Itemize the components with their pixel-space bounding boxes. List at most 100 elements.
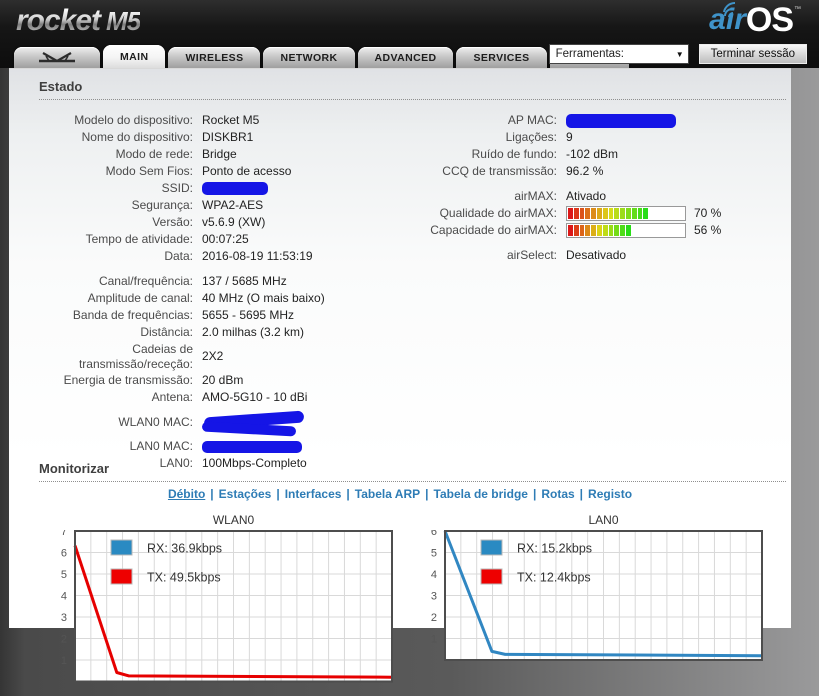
status-row: SSID: — [25, 180, 407, 197]
tab-advanced[interactable]: ADVANCED — [357, 47, 454, 68]
airos-logo: air OS ™ — [709, 0, 801, 40]
meter-segment — [625, 208, 631, 219]
monitor-link-esta-es[interactable]: Estações — [219, 487, 272, 501]
status-value: 2.0 milhas (3.2 km) — [202, 325, 305, 339]
status-value: DISKBR1 — [202, 130, 254, 144]
legend-label: TX: 49.5kbps — [147, 571, 221, 585]
status-label: Versão: — [152, 215, 193, 229]
legend-label: RX: 36.9kbps — [147, 542, 222, 556]
legend-swatch — [480, 539, 503, 556]
status-value: 20 dBm — [202, 373, 244, 387]
monitor-link-d-bito[interactable]: Débito — [168, 487, 205, 501]
status-label: Cadeias de transmissão/receção: — [78, 342, 193, 371]
status-value — [202, 438, 302, 455]
status-row: Versão: v5.6.9 (XW) — [25, 214, 407, 231]
link-separator: | — [210, 487, 214, 501]
airmax-percent: 70 % — [694, 206, 722, 220]
tab-network[interactable]: NETWORK — [263, 47, 355, 68]
status-value: 2X2 — [202, 349, 224, 363]
meter-segment — [573, 225, 579, 236]
meter-segment — [631, 208, 637, 219]
y-axis-tick: 1 — [431, 634, 437, 646]
status-value: Bridge — [202, 147, 237, 161]
link-separator: | — [532, 487, 537, 501]
ubiquiti-logo-icon — [39, 52, 75, 63]
meter-segment — [596, 208, 602, 219]
status-value: 96.2 % — [566, 164, 604, 178]
status-label: Segurança: — [131, 198, 193, 212]
meter-segment — [579, 208, 585, 219]
meter-segment — [591, 225, 596, 236]
status-row: Segurança: WPA2-AES — [25, 197, 407, 214]
status-label: Modelo do dispositivo: — [74, 113, 193, 127]
status-label: WLAN0 MAC: — [118, 415, 193, 429]
meter-segment — [568, 208, 573, 219]
status-label: Nome do dispositivo: — [81, 130, 193, 144]
legend-label: TX: 12.4kbps — [517, 571, 591, 585]
y-axis-tick: 4 — [431, 569, 437, 581]
y-axis-tick: 7 — [61, 530, 67, 538]
tab-wireless[interactable]: WIRELESS — [168, 47, 261, 68]
throughput-charts: WLAN0 7 6 5 4 3 2 1 RX: 36.9kbps TX: 49.5kbps LAN0… — [9, 513, 791, 696]
logout-button[interactable]: Terminar sessão — [698, 44, 807, 64]
status-label: SSID: — [161, 181, 193, 195]
status-value: Rocket M5 — [202, 113, 260, 127]
status-value: -102 dBm — [566, 147, 619, 161]
section-divider — [39, 479, 786, 482]
status-group: airMAX: Ativado Qualidade do airMAX: 70 % Ca… — [407, 188, 787, 239]
monitor-link-tabela-de-bridge[interactable]: Tabela de bridge — [434, 487, 528, 501]
y-axis-tick: 1 — [61, 655, 67, 667]
status-label: Energia de transmissão: — [63, 373, 193, 387]
y-axis-tick: 6 — [431, 530, 437, 538]
meter-segment — [602, 208, 608, 219]
status-value: 00:07:25 — [202, 232, 249, 246]
link-separator: | — [346, 487, 350, 501]
monitor-link-interfaces[interactable]: Interfaces — [285, 487, 342, 501]
status-row: Energia de transmissão: 20 dBm — [25, 372, 407, 389]
meter-segment — [585, 225, 591, 236]
status-label: Qualidade do airMAX: — [439, 206, 557, 220]
chart-canvas: 7 6 5 4 3 2 1 RX: 36.9kbps TX: 49.5kbps — [61, 526, 393, 683]
monitor-link-registo[interactable]: Registo — [588, 487, 632, 501]
nav-tabs: MAINWIRELESSNETWORKADVANCEDSERVICESSYSTE… — [14, 45, 632, 68]
status-value: v5.6.9 (XW) — [202, 215, 266, 229]
y-axis-tick: 3 — [431, 591, 437, 603]
tools-dropdown[interactable]: Ferramentas: ▼ — [548, 44, 689, 64]
device-model-logo: M5 — [106, 6, 141, 36]
status-row: Cadeias de transmissão/receção: 2X2 — [25, 341, 407, 372]
status-value: 2016-08-19 11:53:19 — [202, 249, 313, 263]
status-label: Tempo de atividade: — [85, 232, 193, 246]
airos-logo-air: air — [709, 3, 746, 36]
status-label: Capacidade do airMAX: — [430, 223, 557, 237]
status-label: Data: — [164, 249, 193, 263]
status-label: Canal/frequência: — [98, 274, 193, 288]
tab-ubiquiti-logo[interactable] — [14, 47, 100, 68]
y-axis-tick: 3 — [61, 612, 67, 624]
status-row: Nome do dispositivo: DISKBR1 — [25, 129, 407, 146]
status-value: 56 % — [566, 222, 721, 239]
monitor-link-tabela-arp[interactable]: Tabela ARP — [355, 487, 420, 501]
meter-segment — [602, 225, 608, 236]
y-axis-tick: 6 — [61, 548, 67, 560]
monitor-section: Monitorizar Débito | Estações | Interfaces | T… — [9, 461, 791, 696]
status-group: Canal/frequência: 137 / 5685 MHz Amplitude… — [25, 273, 407, 406]
y-axis-tick: 5 — [61, 569, 67, 581]
status-value: Desativado — [566, 248, 627, 262]
status-value: 70 % — [566, 205, 721, 222]
meter-segment — [596, 225, 602, 236]
status-row: Banda de frequências: 5655 - 5695 MHz — [25, 307, 407, 324]
tab-services[interactable]: SERVICES — [456, 47, 547, 68]
tab-main[interactable]: MAIN — [103, 45, 166, 68]
monitor-link-rotas[interactable]: Rotas — [541, 487, 574, 501]
airmax-percent: 56 % — [694, 223, 722, 237]
status-label: airSelect: — [506, 248, 557, 262]
redacted-value — [201, 410, 306, 438]
status-row: Data: 2016-08-19 11:53:19 — [25, 248, 407, 265]
status-value: Ponto de acesso — [202, 164, 292, 178]
link-separator: | — [579, 487, 584, 501]
status-label: Amplitude de canal: — [87, 291, 193, 305]
y-axis-tick: 5 — [431, 548, 437, 560]
status-value — [202, 180, 268, 197]
device-logo: rocket M5 — [16, 4, 141, 37]
status-value: 9 — [566, 130, 573, 144]
